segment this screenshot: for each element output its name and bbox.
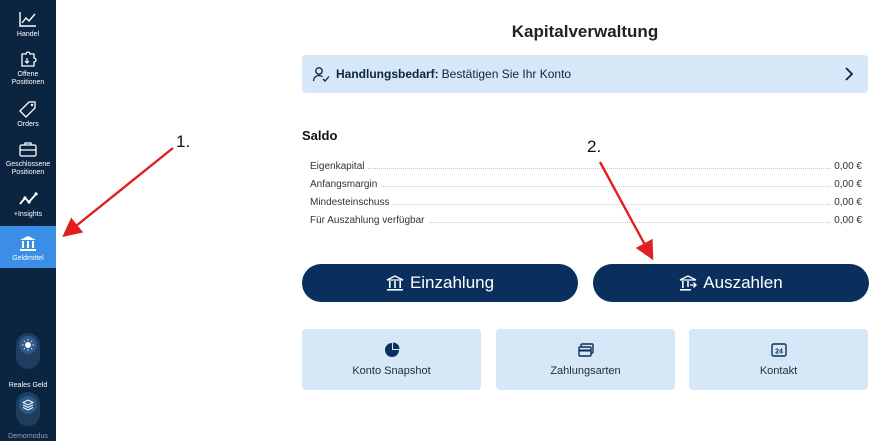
sidebar-item-label: Offene Positionen <box>11 71 45 86</box>
dotted-leader <box>393 204 831 205</box>
saldo-row-value: 0,00 € <box>834 179 862 190</box>
card-kontakt[interactable]: 24 Kontakt <box>689 329 868 390</box>
demo-mode-label: Demomodus <box>8 433 48 440</box>
saldo-row-label: Eigenkapital <box>310 161 365 172</box>
sidebar-item-label: Geschlossene Positionen <box>5 161 51 176</box>
line-chart-icon <box>19 12 36 27</box>
saldo-row-anfangsmargin: Anfangsmargin 0,00 € <box>310 172 862 190</box>
sidebar-item-label: Handel <box>16 31 40 38</box>
user-check-icon <box>312 67 330 82</box>
insights-icon <box>19 192 38 205</box>
saldo-row-label: Für Auszahlung verfügbar <box>310 215 425 226</box>
sidebar-item-label: +Insights <box>13 211 43 218</box>
sidebar-item-geldmittel[interactable]: Geldmittel <box>0 226 56 268</box>
sidebar-item-offene-positionen[interactable]: Offene Positionen <box>0 50 56 87</box>
briefcase-icon <box>19 142 37 157</box>
card-label: Zahlungsarten <box>550 365 621 377</box>
sidebar-item-insights[interactable]: +Insights <box>0 190 56 219</box>
action-required-label: Handlungsbedarf: <box>336 67 439 81</box>
saldo-row-auszahlung-verfuegbar: Für Auszahlung verfügbar 0,00 € <box>310 208 862 226</box>
withdraw-button-label: Auszahlen <box>703 273 783 292</box>
credit-card-icon <box>577 343 594 357</box>
puzzle-icon <box>21 51 37 67</box>
action-required-banner[interactable]: Handlungsbedarf: Bestätigen Sie Ihr Kont… <box>302 55 868 93</box>
saldo-row-label: Anfangsmargin <box>310 179 378 190</box>
arrow-1 <box>62 147 174 238</box>
saldo-row-mindesteinschuss: Mindesteinschuss 0,00 € <box>310 190 862 208</box>
dotted-leader <box>368 168 831 169</box>
dotted-leader <box>381 186 831 187</box>
real-money-toggle[interactable] <box>16 333 40 369</box>
dotted-leader <box>428 222 831 223</box>
deposit-button[interactable]: Einzahlung <box>302 264 578 302</box>
bank-deposit-icon <box>386 275 404 291</box>
contact-24-icon: 24 <box>770 343 787 357</box>
sun-icon <box>19 336 37 354</box>
sidebar-item-label: Geldmittel <box>12 255 44 262</box>
annotation-number-2: 2. <box>587 137 602 156</box>
annotation-number-1: 1. <box>176 132 191 151</box>
saldo-row-value: 0,00 € <box>834 161 862 172</box>
stack-icon <box>19 396 37 414</box>
card-zahlungsarten[interactable]: Zahlungsarten <box>496 329 675 390</box>
svg-text:24: 24 <box>775 349 783 356</box>
card-label: Konto Snapshot <box>352 365 431 377</box>
saldo-heading: Saldo <box>302 128 338 143</box>
sidebar-item-orders[interactable]: Orders <box>0 100 56 129</box>
tag-icon <box>19 101 36 118</box>
bank-withdraw-icon <box>680 275 698 291</box>
pie-chart-icon <box>384 342 399 357</box>
sidebar-item-label: Orders <box>17 121 39 128</box>
card-konto-snapshot[interactable]: Konto Snapshot <box>302 329 481 390</box>
chevron-right-icon <box>845 67 854 81</box>
deposit-button-label: Einzahlung <box>409 273 495 292</box>
saldo-row-value: 0,00 € <box>834 215 862 226</box>
saldo-row-value: 0,00 € <box>834 197 862 208</box>
saldo-row-label: Mindesteinschuss <box>310 197 390 208</box>
sidebar: Handel Offene Positionen Orders Geschlos… <box>0 0 56 441</box>
sidebar-item-geschlossene-positionen[interactable]: Geschlossene Positionen <box>0 140 56 177</box>
saldo-row-eigenkapital: Eigenkapital 0,00 € <box>310 154 862 172</box>
action-required-text: Bestätigen Sie Ihr Konto <box>441 67 572 81</box>
sidebar-item-handel[interactable]: Handel <box>0 10 56 39</box>
real-money-label: Reales Geld <box>8 382 48 389</box>
card-label: Kontakt <box>759 365 798 377</box>
page-title: Kapitalverwaltung <box>511 22 659 41</box>
bank-icon <box>20 236 36 251</box>
demo-mode-toggle[interactable] <box>16 392 40 426</box>
withdraw-button[interactable]: Auszahlen <box>593 264 869 302</box>
